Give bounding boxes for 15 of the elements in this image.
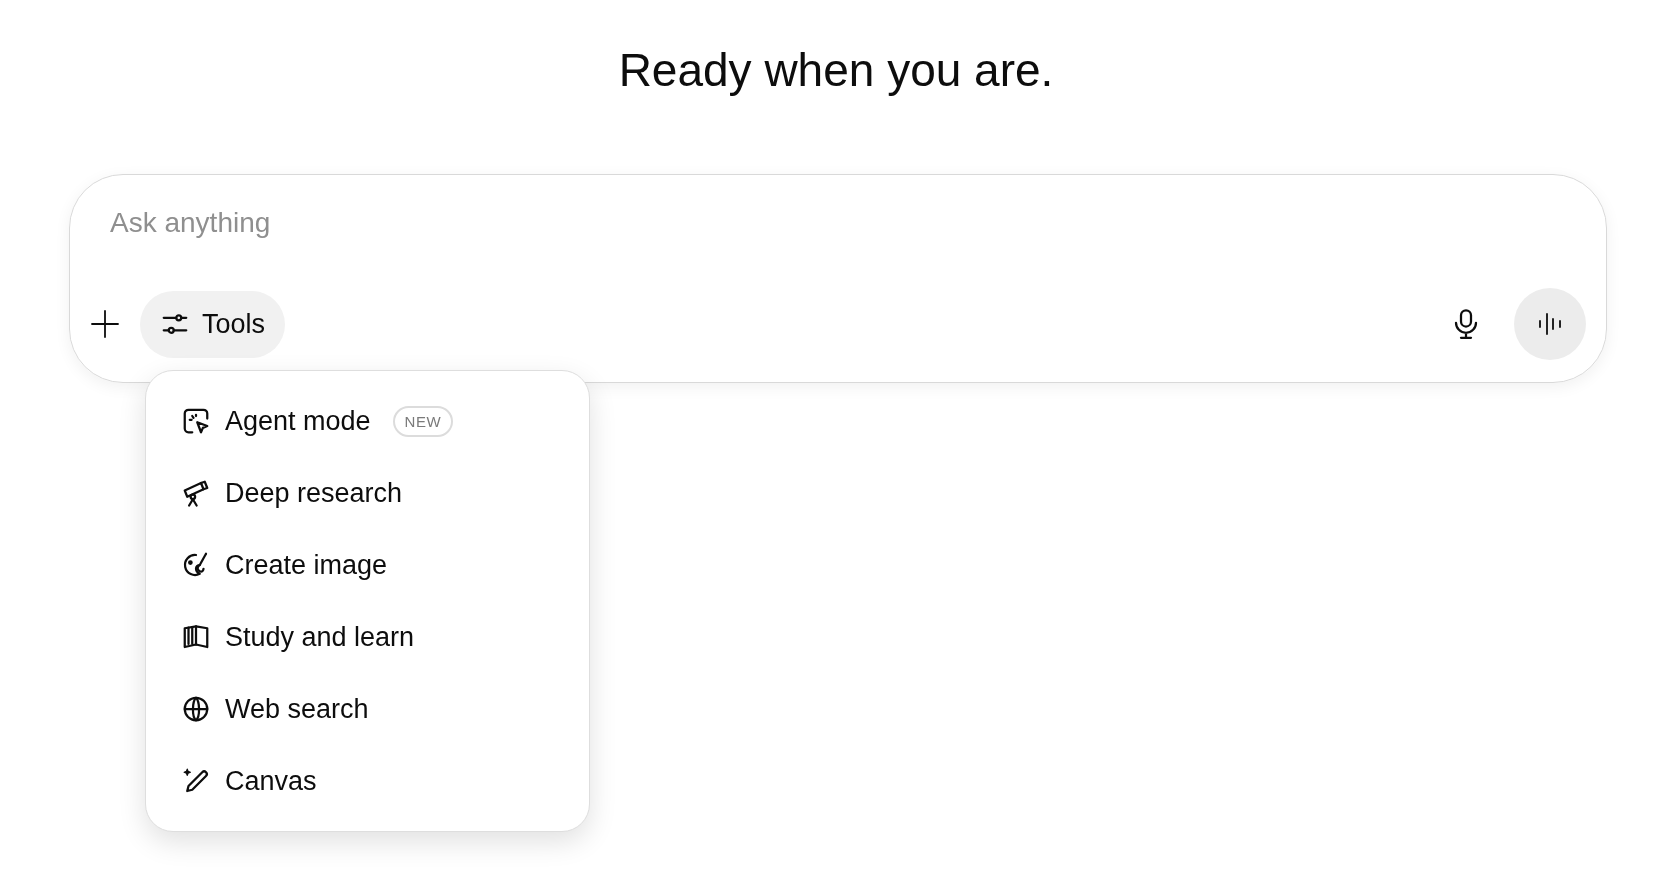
menu-item[interactable]: Study and learn	[146, 601, 589, 673]
menu-item[interactable]: Deep research	[146, 457, 589, 529]
page-heading: Ready when you are.	[617, 43, 1055, 98]
plus-icon	[90, 309, 120, 339]
new-badge: NEW	[392, 405, 454, 437]
waveform-icon	[1537, 312, 1563, 336]
menu-item[interactable]: Web search	[146, 673, 589, 745]
tools-button[interactable]: Tools	[140, 290, 286, 358]
menu-item[interactable]: Create image	[146, 529, 589, 601]
cursor-sparkle-icon	[181, 406, 211, 436]
globe-icon	[181, 694, 211, 724]
menu-item[interactable]: Canvas	[146, 745, 589, 817]
prompt-input[interactable]: Ask anything	[110, 203, 710, 243]
telescope-icon	[181, 478, 211, 508]
menu-item[interactable]: Agent mode NEW	[146, 385, 589, 457]
